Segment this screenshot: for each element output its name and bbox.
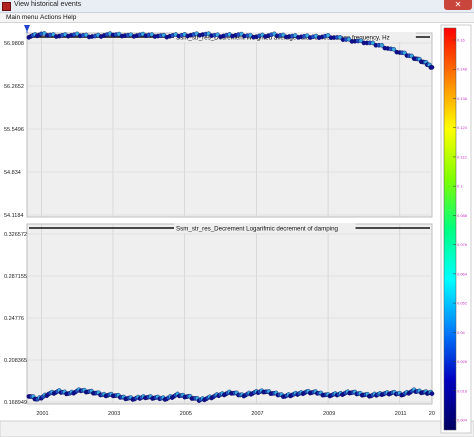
colorbar-tick-label: 0.028: [457, 359, 468, 364]
x-tick-label: 2011: [395, 411, 407, 417]
colorbar-tick-label: 0.04: [457, 330, 466, 335]
colorbar-tick-label: 0.16: [457, 38, 466, 43]
y-tick-label: 56.2652: [4, 84, 24, 90]
colorbar-tick-label: 0.076: [457, 242, 468, 247]
y-tick-label: 56.9808: [4, 41, 24, 47]
colorbar-tick-label: 0.1: [457, 184, 463, 189]
menu-main[interactable]: Main menu: [6, 14, 38, 21]
chart-area: Ssm_str_res_Decrement Weighted average v…: [0, 23, 474, 437]
x-tick-label: 2007: [251, 411, 263, 417]
x-tick-label: 2001: [36, 411, 48, 417]
chart-canvas: Ssm_str_res_Decrement Weighted average v…: [0, 23, 474, 437]
x-tick-label: 20: [429, 411, 435, 417]
data-point: [429, 65, 435, 70]
menu-bar: Main menu Actions Help: [0, 13, 474, 23]
y-tick-label: 0.24776: [4, 316, 24, 322]
panel-title: Ssm_str_res_Decrement Logarifmic decreme…: [176, 226, 339, 233]
colorbar-tick-label: 0.016: [457, 388, 468, 393]
colorbar-tick-label: 0.004: [457, 418, 468, 423]
lower-plot-panel: [26, 223, 433, 405]
colorbar: [443, 27, 457, 431]
window-title: View historical events: [14, 1, 82, 8]
app-icon: [2, 2, 11, 11]
colorbar-tick-label: 0.064: [457, 271, 468, 276]
y-tick-label: 54.834: [4, 170, 21, 176]
y-tick-label: 0.326572: [4, 232, 27, 238]
y-tick-label: 55.5496: [4, 127, 24, 133]
close-button[interactable]: ✕: [444, 0, 472, 10]
colorbar-tick-label: 0.088: [457, 213, 468, 218]
menu-actions[interactable]: Actions: [40, 14, 61, 21]
colorbar-tick-label: 0.112: [457, 154, 467, 159]
y-tick-label: 0.287155: [4, 274, 27, 280]
data-point: [429, 391, 435, 396]
colorbar-tick-label: 0.136: [457, 96, 468, 101]
colorbar-tick-label: 0.148: [457, 67, 468, 72]
y-tick-label: 0.208365: [4, 358, 27, 364]
y-tick-label: 54.1184: [4, 213, 23, 219]
horizontal-scrollbar[interactable]: [0, 420, 474, 437]
x-tick-label: 2009: [323, 411, 335, 417]
x-tick-label: 2005: [180, 411, 192, 417]
window-titlebar: View historical events ✕: [0, 0, 474, 13]
colorbar-tick-label: 0.052: [457, 301, 468, 306]
x-tick-label: 2003: [108, 411, 120, 417]
menu-help[interactable]: Help: [63, 14, 76, 21]
colorbar-tick-label: 0.124: [457, 125, 468, 130]
y-tick-label: 0.168949: [4, 400, 27, 406]
upper-plot-panel: [26, 32, 433, 218]
